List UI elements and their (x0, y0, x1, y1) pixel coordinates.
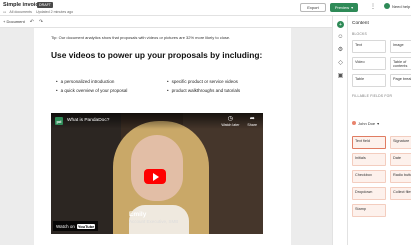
clock-icon: ◷ (227, 116, 233, 122)
block-text[interactable]: Text (352, 40, 386, 53)
share-button[interactable]: ➦ Share (247, 116, 257, 127)
fillable-fields-label: FILLABLE FIELDS FOR (352, 94, 393, 98)
field-stamp[interactable]: Stamp (352, 204, 386, 217)
field-collect-files[interactable]: Collect files (390, 187, 411, 200)
list-item[interactable]: a personalized introduction (56, 77, 127, 86)
side-rail: + ☺ ⚙ ◇ ▣ (332, 16, 348, 245)
design-icon[interactable]: ◇ (337, 59, 344, 66)
field-initials[interactable]: Initials (352, 153, 386, 166)
field-date[interactable]: Date (390, 153, 411, 166)
content-panel: Content BLOCKS Text Image Video Table of… (348, 16, 411, 245)
document-menu-label: Document (6, 19, 25, 24)
preview-button[interactable]: Preview ▾ (330, 3, 358, 12)
list-item[interactable]: a quick overview of your proposal (56, 86, 128, 95)
watch-later-button[interactable]: ◷ Watch later (221, 116, 239, 127)
updated-text: Updated 2 minutes ago (35, 10, 74, 14)
field-dropdown[interactable]: Dropdown (352, 187, 386, 200)
chevron-down-icon: ▾ (377, 120, 380, 126)
help-icon (384, 3, 390, 9)
editor-canvas: Tip: Our document analytics show that pr… (0, 28, 332, 245)
block-video[interactable]: Video (352, 57, 386, 70)
video-embed[interactable]: pd What is PandaDoc? ◷ Watch later ➦ Sha… (51, 113, 263, 234)
editor-toolbar: + Document ↶ ↷ (0, 16, 332, 28)
video-thumbnail-face (131, 135, 183, 201)
recipient-selector[interactable]: John Doe ▾ (352, 119, 386, 127)
blocks-section-label: BLOCKS (352, 32, 367, 36)
video-icon[interactable]: ▣ (337, 72, 344, 79)
pandadoc-logo-icon[interactable]: pd (55, 117, 63, 125)
list-item[interactable]: product walkthroughs and tutorials (167, 86, 241, 95)
undo-icon[interactable]: ↶ (30, 19, 34, 25)
share-label: Share (247, 123, 257, 127)
export-button[interactable]: Export (300, 3, 326, 12)
chevron-down-icon: ▾ (351, 5, 354, 10)
recipients-icon[interactable]: ☺ (337, 33, 344, 40)
document-menu[interactable]: + Document (3, 19, 25, 24)
document-page[interactable]: Tip: Our document analytics show that pr… (34, 28, 291, 245)
block-table[interactable]: Table (352, 74, 386, 87)
youtube-logo: YouTube (76, 223, 96, 229)
play-button[interactable] (144, 169, 166, 184)
more-menu-button[interactable]: ⋮ (370, 3, 376, 10)
field-radio-buttons[interactable]: Radio buttons (390, 170, 411, 183)
share-icon: ➦ (249, 116, 255, 122)
watch-on-label: Watch on (56, 223, 75, 229)
block-image[interactable]: Image (390, 40, 411, 53)
video-actions: ◷ Watch later ➦ Share (221, 116, 257, 127)
field-checkbox[interactable]: Checkbox (352, 170, 386, 183)
field-text[interactable]: Text field (352, 136, 386, 149)
settings-icon[interactable]: ⚙ (337, 46, 344, 53)
plus-icon: + (3, 19, 6, 24)
watch-later-label: Watch later (221, 123, 240, 127)
document-meta: ▭ All documents Updated 2 minutes ago (3, 10, 76, 14)
recipient-name: John Doe (358, 120, 376, 126)
plus-icon[interactable]: + (337, 21, 344, 28)
panel-title: Content (352, 21, 369, 26)
bullet-list-left: a personalized introduction a quick over… (56, 77, 128, 95)
help-label: Need help (392, 3, 411, 9)
watch-on-youtube-button[interactable]: Watch on YouTube (53, 221, 99, 231)
preview-label: Preview (334, 5, 350, 10)
bullet-list-right: specific product or service videos produ… (167, 77, 241, 95)
recipient-color-dot (352, 121, 356, 125)
tip-text[interactable]: Tip: Our document analytics show that pr… (51, 35, 230, 40)
video-background (51, 113, 121, 234)
speaker-role: Account Executive, SMB (129, 219, 179, 224)
block-table-of-contents[interactable]: Table of contents (390, 57, 411, 70)
page-heading[interactable]: Use videos to power up your proposals by… (51, 50, 262, 60)
document-title[interactable]: Simple invoice (3, 2, 42, 8)
top-bar: Simple invoice DRAFT ▭ All documents Upda… (0, 0, 411, 16)
redo-icon[interactable]: ↷ (39, 19, 43, 25)
breadcrumb[interactable]: All documents (9, 10, 32, 14)
folder-icon: ▭ (3, 10, 7, 14)
speaker-name: Emily (129, 211, 147, 218)
help-button[interactable]: Need help (384, 3, 410, 9)
status-badge: DRAFT (37, 2, 53, 8)
field-signature[interactable]: Signature (390, 136, 411, 149)
list-item[interactable]: specific product or service videos (167, 77, 240, 86)
block-page-break[interactable]: Page break (390, 74, 411, 87)
video-title[interactable]: What is PandaDoc? (67, 118, 109, 123)
